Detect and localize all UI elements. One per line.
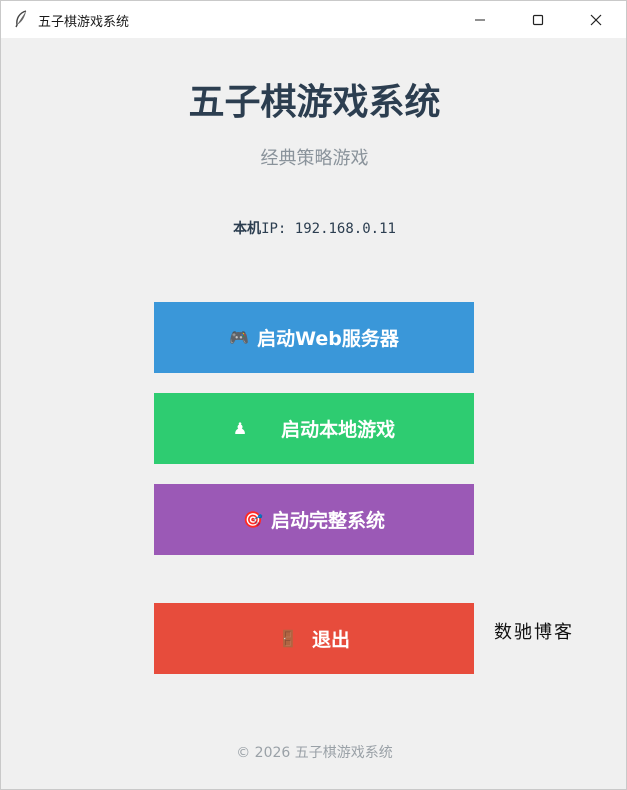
page-subtitle: 经典策略游戏 <box>260 148 369 169</box>
minimize-icon <box>475 19 485 20</box>
watermark-text: 数驰博客 <box>494 622 574 643</box>
maximize-button[interactable] <box>515 1 561 38</box>
window-title: 五子棋游戏系统 <box>38 15 130 30</box>
title-bar[interactable]: 五子棋游戏系统 <box>1 1 626 38</box>
close-button[interactable] <box>573 1 619 38</box>
ip-label: 本机 <box>233 221 262 237</box>
app-window: 五子棋游戏系统 五子棋游戏系统 经典策略游戏 本机IP: 192.168.0.1… <box>0 0 627 790</box>
page-title: 五子棋游戏系统 <box>188 82 441 123</box>
exit-label: 退出 <box>311 629 350 651</box>
start-web-server-button[interactable]: 🎮 启动Web服务器 <box>154 302 474 373</box>
minimize-button[interactable] <box>457 1 503 38</box>
start-web-server-label: 启动Web服务器 <box>257 328 399 350</box>
exit-button[interactable]: 🚪 退出 <box>154 603 474 674</box>
footer-copyright: © 2026 五子棋游戏系统 <box>236 745 393 761</box>
exit-door-icon: 🚪 <box>278 629 298 648</box>
gamepad-icon: 🎮 <box>229 328 250 347</box>
target-icon: 🎯 <box>243 510 263 529</box>
close-icon <box>590 14 602 25</box>
chess-pawn-icon: ♟ <box>232 419 248 438</box>
start-full-system-button[interactable]: 🎯 启动完整系统 <box>154 484 474 555</box>
ip-value: IP: 192.168.0.11 <box>261 221 396 237</box>
start-local-game-label: 启动本地游戏 <box>281 419 396 441</box>
ip-address-line: 本机IP: 192.168.0.11 <box>1 218 627 238</box>
maximize-icon <box>532 14 544 25</box>
feather-icon <box>13 10 29 28</box>
start-local-game-button[interactable]: ♟ 启动本地游戏 <box>154 393 474 464</box>
start-full-system-label: 启动完整系统 <box>270 510 385 532</box>
